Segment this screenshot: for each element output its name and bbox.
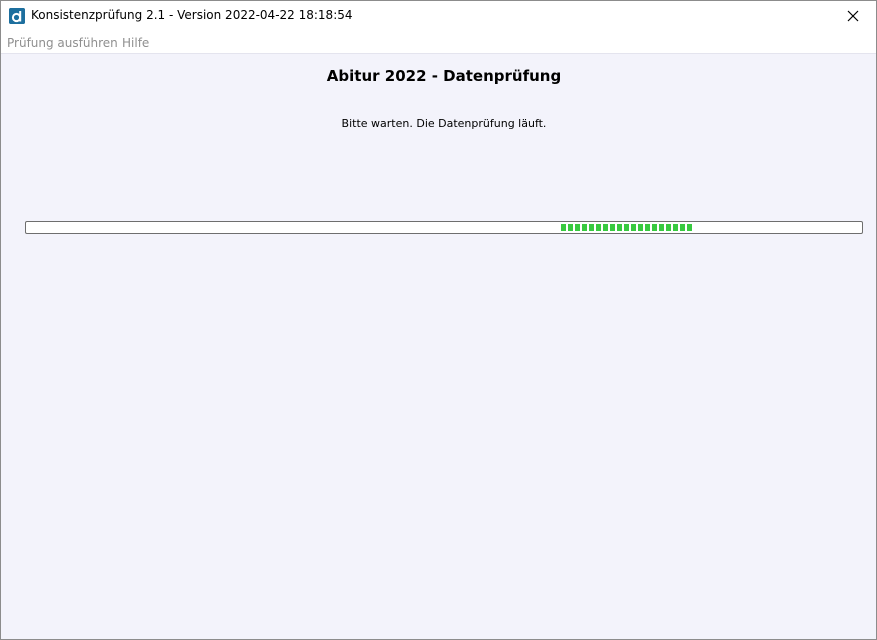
progress-bar [25, 221, 863, 234]
progress-chunk [687, 224, 692, 231]
close-button[interactable] [830, 1, 876, 31]
progress-chunk [624, 224, 629, 231]
progress-chunk [582, 224, 587, 231]
main-content: Abitur 2022 - Datenprüfung Bitte warten.… [1, 54, 876, 639]
progress-chunk [568, 224, 573, 231]
progress-chunk [596, 224, 601, 231]
progress-chunk [666, 224, 671, 231]
progress-chunk [575, 224, 580, 231]
status-message: Bitte warten. Die Datenprüfung läuft. [341, 117, 547, 130]
menu-bar: Prüfung ausführen Hilfe [1, 31, 876, 54]
progress-marquee [561, 224, 692, 231]
close-icon [847, 10, 859, 22]
progress-chunk [589, 224, 594, 231]
progress-chunk [610, 224, 615, 231]
progress-chunk [631, 224, 636, 231]
title-bar: Konsistenzprüfung 2.1 - Version 2022-04-… [1, 1, 876, 31]
progress-chunk [652, 224, 657, 231]
progress-chunk [638, 224, 643, 231]
progress-chunk [617, 224, 622, 231]
progress-chunk [659, 224, 664, 231]
progress-chunk [673, 224, 678, 231]
page-title: Abitur 2022 - Datenprüfung [326, 67, 562, 85]
progress-chunk [645, 224, 650, 231]
window-title: Konsistenzprüfung 2.1 - Version 2022-04-… [31, 8, 353, 22]
progress-chunk [561, 224, 566, 231]
progress-chunk [603, 224, 608, 231]
menu-hilfe[interactable]: Hilfe [122, 36, 149, 50]
app-window: Konsistenzprüfung 2.1 - Version 2022-04-… [0, 0, 877, 640]
app-logo-icon [9, 8, 25, 24]
menu-pruefung-ausfuehren[interactable]: Prüfung ausführen [7, 36, 118, 50]
progress-chunk [680, 224, 685, 231]
